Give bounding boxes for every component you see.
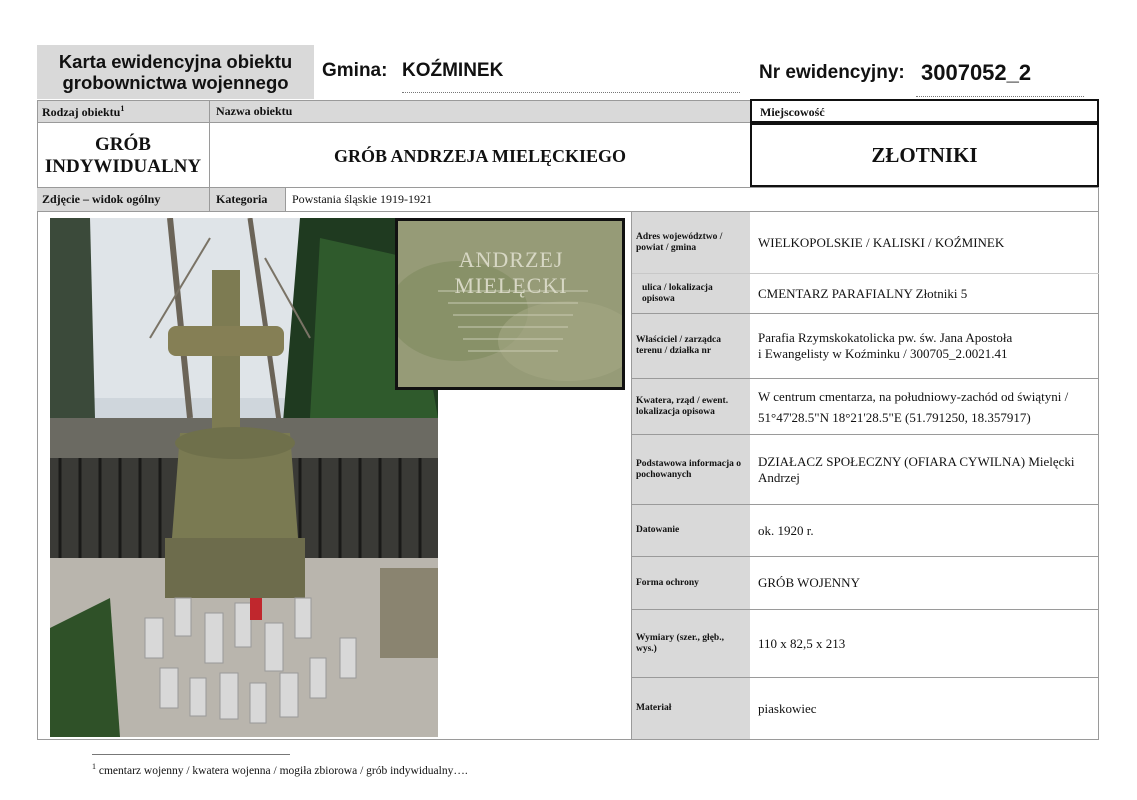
inset-inscription-text: ANDRZEJ MIELĘCKI: [454, 247, 568, 298]
grave-photo: [50, 218, 438, 737]
zdjecie-label: Zdjęcie – widok ogólny: [42, 192, 161, 206]
row-value-wlasciciel: Parafia Rzymskokatolicka pw. św. Jana Ap…: [758, 330, 1013, 361]
row-label-forma-ochrony: Forma ochrony: [632, 557, 750, 609]
miejscowosc-value-box: ZŁOTNIKI: [750, 123, 1099, 187]
kategoria-label: Kategoria: [216, 192, 268, 206]
row-value-wymiary: 110 x 82,5 x 213: [758, 635, 846, 651]
row-label-wlasciciel: Właściciel / zarządca terenu / działka n…: [632, 314, 750, 378]
miejscowosc-label-box: Miejscowość: [750, 99, 1099, 123]
row-value-ulica: CMENTARZ PARAFIALNY Złotniki 5: [758, 285, 968, 301]
row-value-material: piaskowiec: [758, 700, 817, 716]
row-label-ulica: ulica / lokalizacja opisowa: [632, 274, 750, 313]
divider: [37, 739, 1099, 740]
row-value-pochowani: DZIAŁACZ SPOŁECZNY (OFIARA CYWILNA) Miel…: [758, 453, 1075, 485]
divider: [37, 187, 1099, 188]
row-label-adres: Adres województwo / powiat / gmina: [632, 212, 750, 273]
nr-label: Nr ewidencyjny:: [759, 62, 905, 83]
gmina-dotline: [402, 92, 740, 93]
footnote: 1 cmentarz wojenny / kwatera wojenna / m…: [92, 762, 468, 777]
row-label-kwatera: Kwatera, rząd / ewent. lokalizacja opiso…: [632, 379, 750, 434]
card-title-line1: Karta ewidencyjna obiektu: [58, 51, 293, 72]
rodzaj-label: Rodzaj obiektu1: [42, 104, 125, 119]
nazwa-value: GRÓB ANDRZEJA MIELĘCKIEGO: [333, 146, 627, 166]
row-label-wymiary: Wymiary (szer., głęb., wys.): [632, 610, 750, 677]
nr-value: 3007052_2: [921, 60, 1032, 85]
row-label-pochowani: Podstawowa informacja o pochowanych: [632, 435, 750, 504]
gmina-value: KOŹMINEK: [402, 60, 504, 81]
row-value-datowanie: ok. 1920 r.: [758, 522, 814, 538]
divider: [37, 100, 751, 101]
card-title-line2: grobownictwa wojennego: [62, 72, 289, 93]
miejscowosc-label: Miejscowość: [760, 105, 825, 119]
gmina-label: Gmina:: [322, 60, 388, 81]
row-label-datowanie: Datowanie: [632, 505, 750, 556]
row-value-forma-ochrony: GRÓB WOJENNY: [758, 575, 860, 590]
row-label-material: Materiał: [632, 678, 750, 739]
kategoria-value: Powstania śląskie 1919-1921: [292, 192, 432, 206]
rodzaj-value: GRÓB INDYWIDUALNY: [44, 134, 202, 177]
label-row-bg: [37, 100, 751, 122]
divider: [285, 187, 286, 211]
nr-dotline: [916, 96, 1084, 97]
inscription-inset-photo: ANDRZEJ MIELĘCKI: [395, 218, 625, 390]
divider: [1098, 187, 1099, 740]
card-title: Karta ewidencyjna obiektu grobownictwa w…: [37, 45, 314, 99]
footnote-divider: [92, 754, 290, 755]
divider: [209, 100, 210, 187]
nazwa-label: Nazwa obiektu: [216, 104, 293, 118]
miejscowosc-value: ZŁOTNIKI: [871, 142, 978, 167]
row-value-kwatera: W centrum cmentarza, na południowy-zachó…: [758, 388, 1069, 425]
row-value-adres: WIELKOPOLSKIE / KALISKI / KOŹMINEK: [758, 234, 1005, 250]
divider: [209, 187, 210, 211]
